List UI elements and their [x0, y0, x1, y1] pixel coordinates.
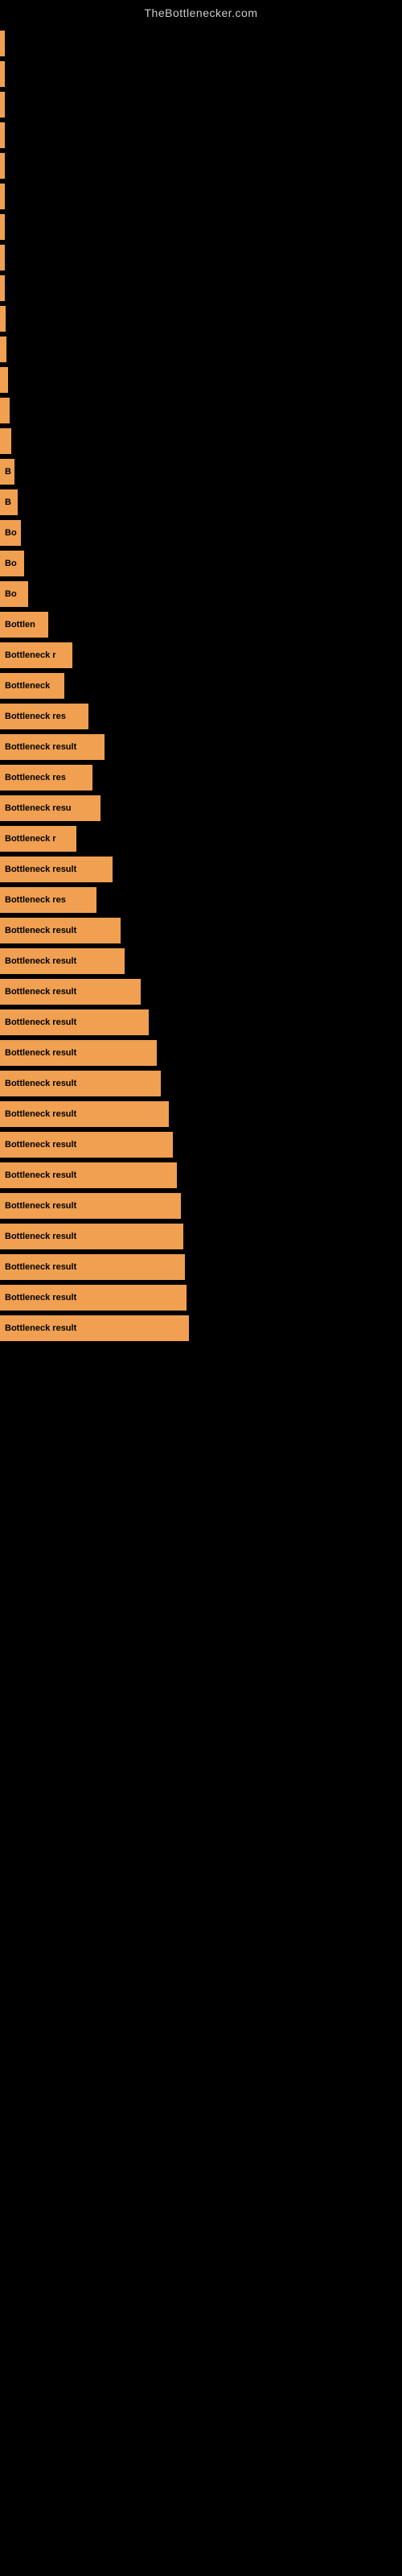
result-bar: Bottleneck r: [0, 826, 76, 852]
site-title: TheBottlenecker.com: [0, 0, 402, 23]
result-bar: [0, 122, 5, 148]
result-bar: [0, 92, 5, 118]
bar-row: Bottleneck result: [0, 918, 402, 943]
bar-row: Bottleneck result: [0, 1224, 402, 1249]
bar-row: Bo: [0, 520, 402, 546]
result-bar: Bottleneck result: [0, 918, 121, 943]
bar-row: Bottleneck result: [0, 1132, 402, 1158]
result-bar: [0, 245, 5, 270]
result-bar: B: [0, 489, 18, 515]
bar-row: Bottlen: [0, 612, 402, 638]
result-bar: Bottleneck resu: [0, 795, 100, 821]
result-bar: Bottleneck result: [0, 979, 141, 1005]
result-bar: Bottleneck result: [0, 1009, 149, 1035]
result-bar: [0, 367, 8, 393]
result-bar: [0, 184, 5, 209]
bar-row: Bo: [0, 551, 402, 576]
bar-row: Bottleneck result: [0, 1101, 402, 1127]
result-bar: [0, 61, 5, 87]
result-bar: Bottleneck result: [0, 1193, 181, 1219]
bar-row: [0, 92, 402, 118]
result-bar: Bottleneck result: [0, 1071, 161, 1096]
bar-row: Bottleneck result: [0, 1254, 402, 1280]
bar-row: [0, 122, 402, 148]
result-bar: B: [0, 459, 14, 485]
bar-row: Bottleneck: [0, 673, 402, 699]
bar-row: Bottleneck result: [0, 1071, 402, 1096]
bar-row: Bottleneck result: [0, 1162, 402, 1188]
bar-row: Bottleneck result: [0, 948, 402, 974]
bar-row: Bottleneck r: [0, 826, 402, 852]
bar-row: Bottleneck res: [0, 887, 402, 913]
bar-row: Bottleneck res: [0, 765, 402, 791]
result-bar: Bottleneck r: [0, 642, 72, 668]
result-bar: [0, 398, 10, 423]
bar-row: Bottleneck result: [0, 857, 402, 882]
result-bar: Bottlen: [0, 612, 48, 638]
result-bar: Bo: [0, 581, 28, 607]
bar-row: [0, 245, 402, 270]
bar-row: B: [0, 459, 402, 485]
result-bar: Bottleneck result: [0, 1315, 189, 1341]
bar-row: Bo: [0, 581, 402, 607]
bar-row: [0, 214, 402, 240]
bar-row: [0, 153, 402, 179]
result-bar: Bottleneck res: [0, 887, 96, 913]
result-bar: [0, 275, 5, 301]
result-bar: Bo: [0, 551, 24, 576]
result-bar: Bottleneck: [0, 673, 64, 699]
result-bar: [0, 153, 5, 179]
result-bar: Bottleneck result: [0, 1285, 187, 1311]
bars-wrapper: BB Bo Bo Bo Bottlen Bottleneck r Bottleneck Bot…: [0, 23, 402, 1341]
bar-row: Bottleneck result: [0, 1315, 402, 1341]
result-bar: [0, 31, 5, 56]
bar-row: [0, 428, 402, 454]
bar-row: Bottleneck resu: [0, 795, 402, 821]
bar-row: Bottleneck r: [0, 642, 402, 668]
bar-row: Bottleneck result: [0, 1193, 402, 1219]
result-bar: [0, 214, 5, 240]
bar-row: [0, 336, 402, 362]
bar-row: Bottleneck result: [0, 734, 402, 760]
result-bar: Bottleneck result: [0, 1040, 157, 1066]
result-bar: Bottleneck res: [0, 704, 88, 729]
result-bar: Bottleneck result: [0, 1101, 169, 1127]
result-bar: Bottleneck result: [0, 1254, 185, 1280]
result-bar: Bottleneck result: [0, 948, 125, 974]
bar-row: [0, 184, 402, 209]
result-bar: Bo: [0, 520, 21, 546]
result-bar: Bottleneck result: [0, 857, 113, 882]
bar-row: [0, 306, 402, 332]
bar-row: [0, 367, 402, 393]
bar-row: Bottleneck result: [0, 1009, 402, 1035]
bar-row: [0, 275, 402, 301]
bar-row: Bottleneck res: [0, 704, 402, 729]
bar-row: [0, 31, 402, 56]
bar-row: B: [0, 489, 402, 515]
bar-row: [0, 61, 402, 87]
bar-row: Bottleneck result: [0, 1285, 402, 1311]
result-bar: Bottleneck result: [0, 734, 105, 760]
result-bar: [0, 306, 6, 332]
bar-row: Bottleneck result: [0, 1040, 402, 1066]
result-bar: [0, 428, 11, 454]
result-bar: Bottleneck result: [0, 1132, 173, 1158]
result-bar: [0, 336, 6, 362]
result-bar: Bottleneck result: [0, 1162, 177, 1188]
bar-row: Bottleneck result: [0, 979, 402, 1005]
result-bar: Bottleneck result: [0, 1224, 183, 1249]
result-bar: Bottleneck res: [0, 765, 92, 791]
bar-row: [0, 398, 402, 423]
